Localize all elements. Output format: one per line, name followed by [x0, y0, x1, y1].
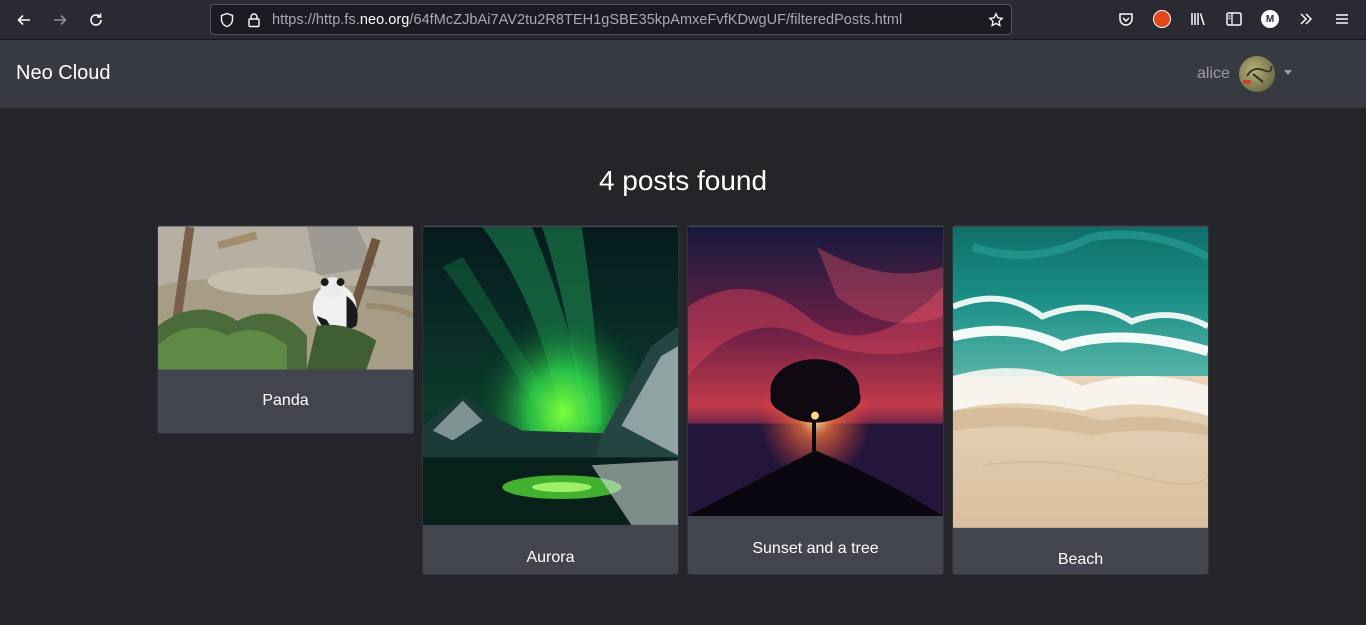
post-title[interactable]: Panda [158, 392, 413, 410]
address-bar[interactable]: https://http.fs.neo.org/64fMcZJbAi7AV2tu… [210, 4, 1012, 35]
shield-icon [220, 12, 234, 28]
app-navbar: Neo Cloud alice [0, 40, 1366, 108]
lock-icon[interactable] [246, 12, 262, 28]
post-image-aurora[interactable] [423, 226, 678, 526]
url-prefix: https://http.fs. [272, 12, 360, 28]
post-title[interactable]: Sunset and a tree [688, 540, 943, 558]
brand-link[interactable]: Neo Cloud [16, 62, 111, 85]
account-m-icon[interactable]: M [1261, 10, 1279, 28]
post-image-beach[interactable] [953, 226, 1208, 529]
post-card-aurora[interactable]: Aurora [422, 225, 679, 575]
browser-toolbar: https://http.fs.neo.org/64fMcZJbAi7AV2tu… [0, 0, 1366, 40]
pocket-icon[interactable] [1117, 10, 1135, 28]
sidebar-icon[interactable] [1225, 10, 1243, 28]
post-title[interactable]: Aurora [423, 549, 678, 567]
back-button[interactable] [12, 8, 36, 32]
post-title[interactable]: Beach [953, 551, 1208, 569]
library-icon[interactable] [1189, 10, 1207, 28]
forward-button[interactable] [48, 8, 72, 32]
extension-record-icon[interactable] [1153, 10, 1171, 28]
post-image-panda[interactable] [158, 226, 413, 370]
reload-button[interactable] [84, 8, 108, 32]
user-name[interactable]: alice [1197, 65, 1230, 83]
hamburger-menu-icon[interactable] [1333, 10, 1351, 28]
star-icon[interactable] [988, 12, 1004, 28]
post-card-beach[interactable]: Beach [952, 225, 1209, 575]
arrow-right-icon [54, 14, 67, 26]
arrow-left-icon [17, 14, 30, 26]
url-domain: neo.org [359, 12, 410, 28]
user-dropdown-caret-icon[interactable] [1284, 70, 1292, 75]
url-path: /64fMcZJbAi7AV2tu2R8TEH1gSBE35kpAmxeFvfK… [409, 12, 903, 28]
avatar[interactable] [1239, 56, 1275, 92]
reload-icon [90, 13, 102, 26]
avatar-image [1243, 65, 1273, 84]
overflow-chevrons-icon[interactable] [1297, 10, 1315, 28]
url-text[interactable]: https://http.fs.neo.org/64fMcZJbAi7AV2tu… [272, 12, 902, 28]
post-image-sunset[interactable] [688, 226, 943, 517]
results-heading: 4 posts found [598, 165, 768, 196]
post-card-panda[interactable]: Panda [157, 225, 414, 434]
post-card-sunset[interactable]: Sunset and a tree [687, 225, 944, 575]
